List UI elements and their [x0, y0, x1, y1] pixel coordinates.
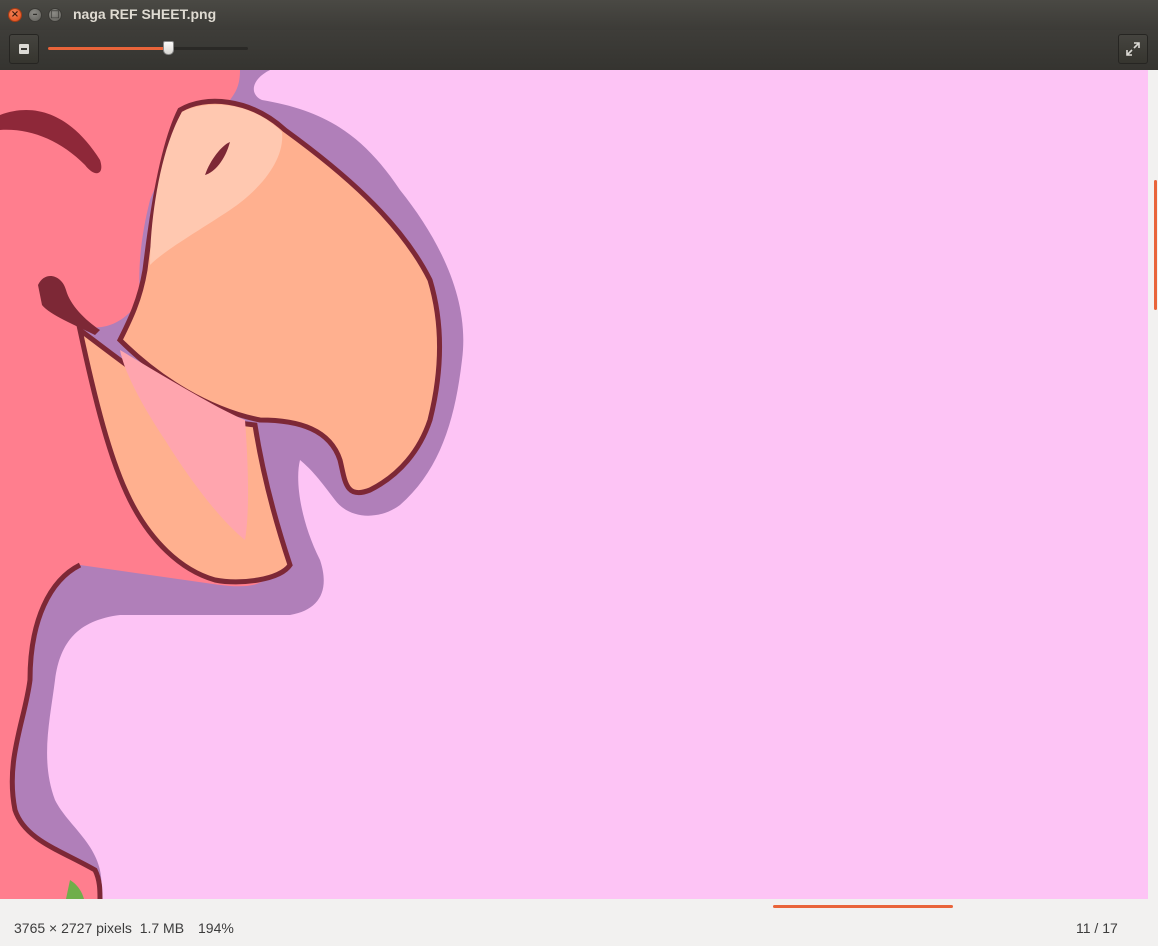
vertical-scroll-thumb[interactable] [1154, 180, 1157, 310]
fullscreen-button[interactable] [1118, 34, 1148, 64]
toolbar [0, 30, 1158, 71]
zoom-slider[interactable] [48, 41, 248, 55]
image-position: 11 / 17 [1076, 920, 1118, 936]
vertical-scrollbar[interactable] [1148, 70, 1158, 899]
artwork-image [0, 70, 464, 899]
status-bar: 3765 × 2727 pixels 1.7 MB 194% 11 / 17 [0, 899, 1158, 946]
minimize-window-button[interactable]: – [28, 8, 42, 22]
zoom-out-button[interactable] [9, 34, 39, 64]
minus-icon [19, 44, 29, 54]
zoom-level: 194% [198, 920, 234, 936]
close-icon: × [10, 9, 20, 20]
image-viewport[interactable] [0, 70, 1148, 899]
window-title: naga REF SHEET.png [73, 6, 217, 22]
maximize-window-button[interactable]: □ [48, 8, 62, 22]
title-bar: × – □ naga REF SHEET.png [0, 0, 1158, 30]
image-info: 3765 × 2727 pixels 1.7 MB [14, 920, 185, 936]
zoom-slider-fill [48, 47, 168, 50]
minimize-icon: – [32, 9, 38, 20]
horizontal-scroll-thumb[interactable] [773, 905, 953, 908]
close-window-button[interactable]: × [8, 8, 22, 22]
maximize-icon: □ [50, 9, 60, 20]
zoom-slider-thumb[interactable] [163, 41, 174, 55]
fullscreen-icon [1126, 42, 1140, 56]
